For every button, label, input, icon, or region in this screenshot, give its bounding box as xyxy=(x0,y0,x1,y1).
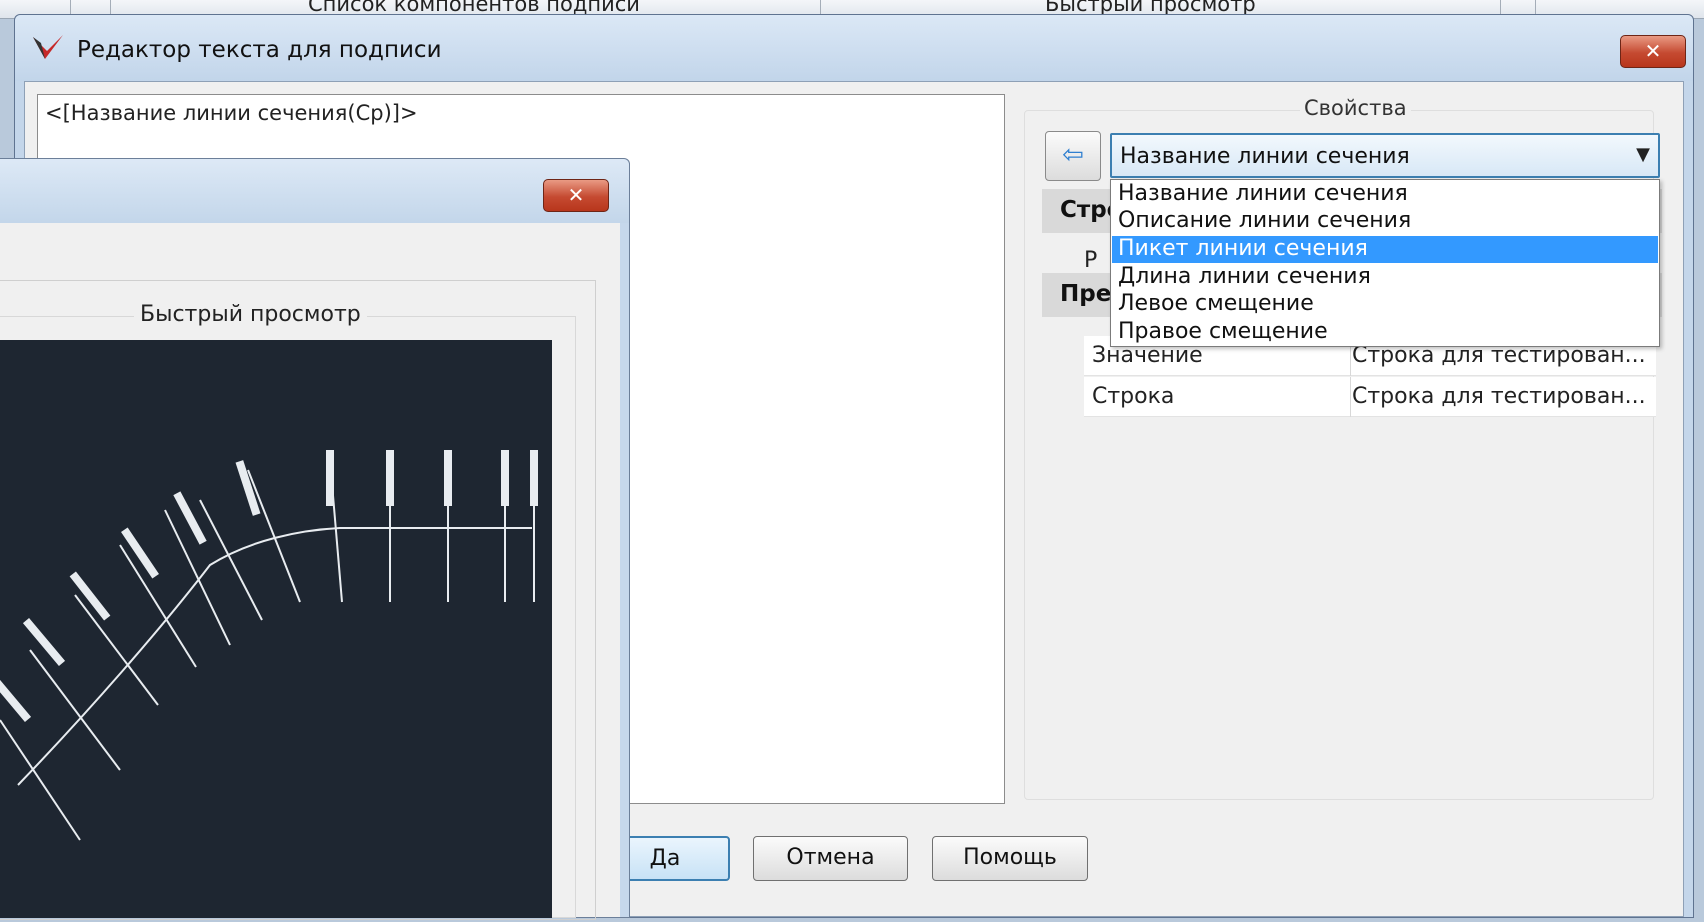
dropdown-option[interactable]: Описание линии сечения xyxy=(1112,208,1658,235)
property-row-string[interactable]: Строка Строка для тестирован... xyxy=(1084,377,1656,417)
dropdown-option-selected[interactable]: Пикет линии сечения xyxy=(1112,236,1658,263)
property-dropdown-list: Название линии сечения Описание линии се… xyxy=(1110,179,1660,347)
property-key: Строка xyxy=(1092,384,1175,409)
section-tick-label xyxy=(386,450,394,506)
dialog-title: Редактор текста для подписи xyxy=(77,37,442,63)
preview-group-label: Быстрый просмотр xyxy=(134,302,367,327)
section-line xyxy=(247,469,301,603)
section-tick-label xyxy=(22,617,66,667)
section-tick-label xyxy=(501,450,509,506)
preview-close-button[interactable]: ✕ xyxy=(543,179,609,212)
dropdown-option[interactable]: Левое смещение xyxy=(1112,291,1658,318)
section-tick-label xyxy=(326,450,334,506)
dropdown-option[interactable]: Длина линии сечения xyxy=(1112,264,1658,291)
section-line xyxy=(29,649,121,771)
alignment-line xyxy=(17,527,532,786)
cancel-button[interactable]: Отмена xyxy=(753,836,908,881)
section-tick-label xyxy=(530,450,538,506)
property-value: Строка для тестирован... xyxy=(1352,384,1646,409)
preview-drawing xyxy=(0,450,538,841)
section-tick-label xyxy=(0,673,32,723)
property-combo-value: Название линии сечения xyxy=(1120,144,1410,169)
section-tick-label xyxy=(235,460,261,516)
section-row-label: Р xyxy=(1084,248,1098,273)
editor-text: <[Название линии сечения(Cp)]> xyxy=(45,101,418,125)
preview-titlebar[interactable]: ✕ xyxy=(0,159,629,223)
help-button[interactable]: Помощь xyxy=(932,836,1088,881)
dropdown-option[interactable]: Правое смещение xyxy=(1112,319,1658,346)
section-tick-labels xyxy=(0,450,538,723)
arrow-left-icon: ⇦ xyxy=(1062,140,1084,170)
close-button[interactable]: ✕ xyxy=(1620,35,1686,68)
section-header-label: Пре xyxy=(1060,281,1112,307)
section-tick-label xyxy=(444,450,452,506)
preview-canvas[interactable] xyxy=(0,340,552,918)
dialog-titlebar[interactable]: Редактор текста для подписи ✕ xyxy=(15,15,1693,81)
property-combo[interactable]: Название линии сечения ▼ xyxy=(1110,133,1660,178)
section-line xyxy=(0,719,81,841)
insert-property-button[interactable]: ⇦ xyxy=(1045,131,1101,181)
chevron-down-icon: ▼ xyxy=(1636,144,1650,165)
column-divider xyxy=(1350,377,1351,417)
section-tick-label xyxy=(121,527,159,579)
app-icon xyxy=(33,35,63,59)
dropdown-option[interactable]: Название линии сечения xyxy=(1112,181,1658,208)
properties-group-label: Свойства xyxy=(1300,96,1411,120)
section-line xyxy=(74,594,159,706)
section-line xyxy=(119,544,197,668)
